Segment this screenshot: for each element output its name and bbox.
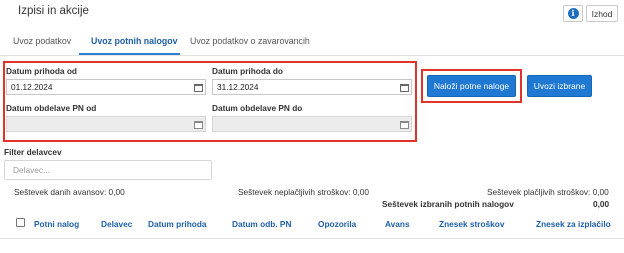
- selected-sum-value: 0,00: [593, 199, 610, 209]
- pn-to-field: [212, 116, 412, 132]
- column-header-delavec[interactable]: Delavec: [101, 219, 132, 229]
- date-to-field[interactable]: 31.12.2024: [212, 79, 412, 95]
- column-header-datum-odb-pn[interactable]: Datum odb. PN: [232, 219, 291, 229]
- pn-to-label: Datum obdelave PN do: [212, 103, 303, 113]
- calendar-icon: [194, 121, 203, 129]
- tab-uvoz-podatkov[interactable]: Uvoz podatkov: [13, 36, 71, 56]
- pn-from-label: Datum obdelave PN od: [6, 103, 97, 113]
- worker-filter-input[interactable]: Delavec...: [4, 160, 212, 180]
- table-header-divider: [0, 238, 624, 239]
- date-from-label: Datum prihoda od: [6, 66, 77, 76]
- paid-costs-sum: Seštevek plačljivih stroškov: 0,00: [487, 187, 609, 197]
- pn-from-field: [6, 116, 206, 132]
- column-header-opozorila[interactable]: Opozorila: [318, 219, 356, 229]
- column-header-znesek-stroskov[interactable]: Znesek stroškov: [439, 219, 504, 229]
- info-button[interactable]: i: [563, 5, 583, 22]
- date-to-label: Datum prihoda do: [212, 66, 283, 76]
- exit-button[interactable]: Izhod: [586, 5, 618, 22]
- tab-divider: [0, 55, 624, 56]
- column-header-datum-prihoda[interactable]: Datum prihoda: [148, 219, 207, 229]
- column-header-avans[interactable]: Avans: [385, 219, 410, 229]
- date-from-value: 01.12.2024: [11, 82, 53, 92]
- date-from-field[interactable]: 01.12.2024: [6, 79, 206, 95]
- unpaid-costs-sum: Seštevek neplačljivih stroškov: 0,00: [238, 187, 369, 197]
- tab-uvoz-podatkov-o-zavarovancih[interactable]: Uvoz podatkov o zavarovancih: [190, 36, 310, 56]
- worker-filter-label: Filter delavcev: [4, 147, 62, 157]
- page-title: Izpisi in akcije: [18, 5, 89, 17]
- calendar-icon: [400, 121, 409, 129]
- selected-sum-label: Seštevek izbranih potnih nalogov: [382, 199, 514, 209]
- info-icon: i: [567, 8, 579, 19]
- calendar-icon[interactable]: [400, 84, 409, 92]
- calendar-icon[interactable]: [194, 84, 203, 92]
- load-orders-button[interactable]: Naloži potne naloge: [427, 75, 516, 97]
- date-to-value: 31.12.2024: [217, 82, 259, 92]
- import-selected-button[interactable]: Uvozi izbrane: [527, 75, 592, 97]
- advances-sum: Seštevek danih avansov: 0,00: [14, 187, 125, 197]
- column-header-znesek-za-izplacilo[interactable]: Znesek za izplačilo: [536, 219, 611, 229]
- select-all-checkbox[interactable]: [16, 218, 25, 227]
- column-header-potni-nalog[interactable]: Potni nalog: [34, 219, 79, 229]
